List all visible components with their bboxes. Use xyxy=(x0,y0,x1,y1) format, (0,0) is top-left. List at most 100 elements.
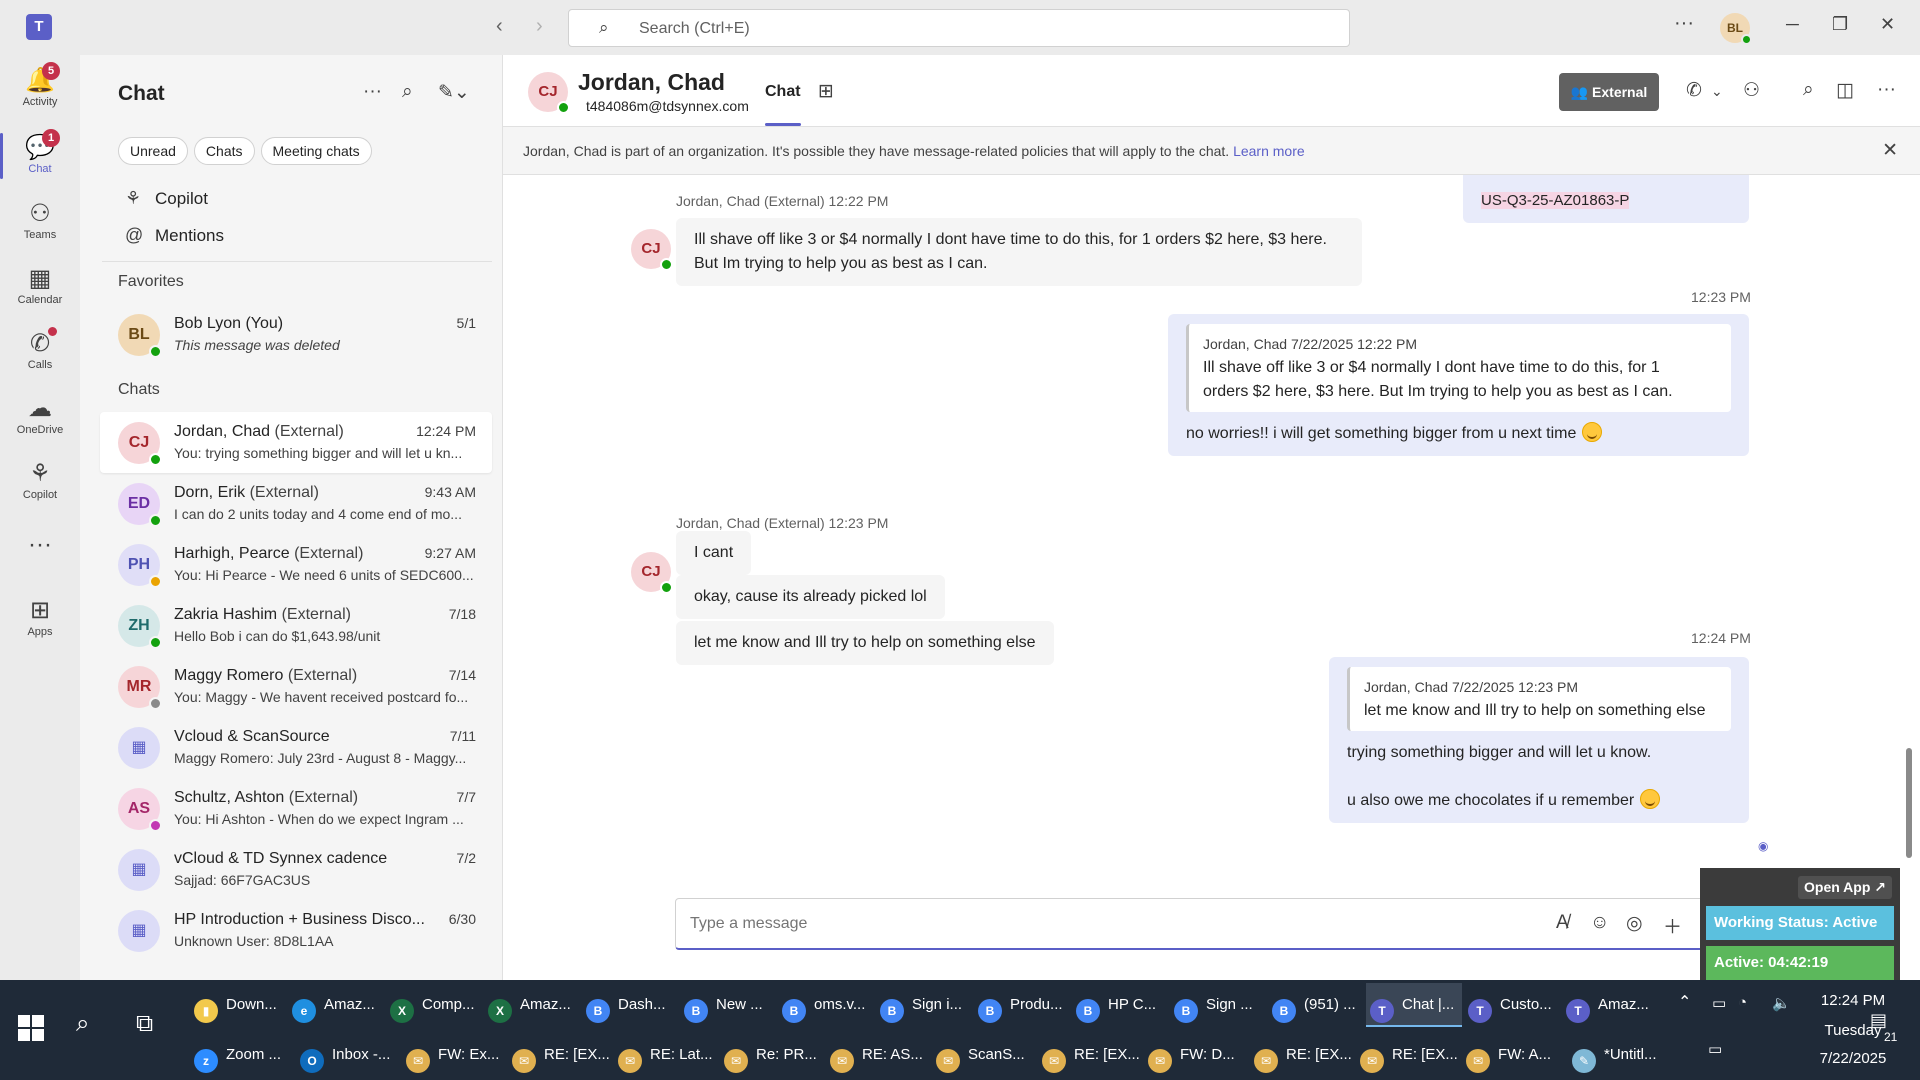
format-icon[interactable]: A̸ xyxy=(1556,912,1569,934)
taskbar-window[interactable]: B Produ... xyxy=(974,983,1070,1027)
taskbar-window[interactable]: z Zoom ... xyxy=(190,1033,292,1077)
taskbar-window[interactable]: ✉ FW: D... xyxy=(1144,1033,1246,1077)
taskbar-window[interactable]: ✉ RE: Lat... xyxy=(614,1033,716,1077)
volume-icon[interactable]: 🔈 xyxy=(1772,994,1791,1012)
rail-item-chat[interactable]: 💬 1 Chat xyxy=(0,127,80,187)
taskbar-window[interactable]: B Dash... xyxy=(582,983,678,1027)
filter-meeting-chats[interactable]: Meeting chats xyxy=(260,137,372,165)
message-input[interactable] xyxy=(690,912,1490,936)
external-button[interactable]: 👥 External xyxy=(1559,73,1659,111)
find-in-chat-icon[interactable]: ⌕ xyxy=(1803,79,1814,101)
external-label: External xyxy=(1592,84,1648,100)
forward-arrow-icon[interactable]: › xyxy=(536,15,543,38)
contact-avatar[interactable]: CJ xyxy=(528,72,570,114)
chat-list-item[interactable]: ED Dorn, Erik (External) 9:43 AM I can do 2… xyxy=(100,473,492,534)
rail-item-calendar[interactable]: ▦ Calendar xyxy=(0,258,80,318)
desktop-icon[interactable]: ▭ xyxy=(1708,1040,1722,1058)
emoji-icon[interactable]: ☺ xyxy=(1590,912,1609,934)
taskbar-window[interactable]: Boms.v... xyxy=(778,983,874,1027)
add-icon[interactable]: ＋ xyxy=(1663,912,1682,939)
taskbar-window[interactable]: B Sign ... xyxy=(1170,983,1266,1027)
add-people-icon[interactable]: ⚇ xyxy=(1743,79,1760,102)
chat-list-item[interactable]: ▦ HP Introduction + Business Disco... 6/30… xyxy=(100,900,492,961)
open-app-button[interactable]: Open App ↗ xyxy=(1798,876,1892,899)
taskbar-window[interactable]: T Chat |... xyxy=(1366,983,1462,1027)
taskbar-window[interactable]: O Inbox -... xyxy=(296,1033,398,1077)
chevron-down-icon[interactable]: ⌄ xyxy=(1711,83,1723,100)
call-icon[interactable]: ✆ xyxy=(1686,79,1702,102)
rail-item-teams[interactable]: ⚇ Teams xyxy=(0,193,80,253)
chat-list-item[interactable]: ▦ Vcloud & ScanSource 7/11 Maggy Romero: Ju… xyxy=(100,717,492,778)
taskbar-window[interactable]: T Amaz... xyxy=(1562,983,1658,1027)
compose-box[interactable]: A̸ ☺ ◎ ＋ xyxy=(675,898,1745,950)
back-arrow-icon[interactable]: ‹ xyxy=(496,15,503,38)
chat-list-item[interactable]: AS Schultz, Ashton (External) 7/7 You: Hi A… xyxy=(100,778,492,839)
taskbar-window[interactable]: B HP C... xyxy=(1072,983,1168,1027)
windows-start-icon[interactable] xyxy=(18,1015,44,1041)
rail-item-onedrive[interactable]: ☁ OneDrive xyxy=(0,388,80,448)
rail-item-calls[interactable]: ✆ Calls xyxy=(0,323,80,383)
taskbar-window[interactable]: ✉ ScanS... xyxy=(932,1033,1034,1077)
rail-item-activity[interactable]: 🔔 5 Activity xyxy=(0,60,80,120)
more-options-icon[interactable]: ··· xyxy=(1877,79,1896,101)
notifications-icon[interactable]: ▤ xyxy=(1870,1010,1887,1031)
taskbar-window[interactable]: ✉ RE: [EX... xyxy=(1038,1033,1140,1077)
battery-icon[interactable]: ▭ xyxy=(1712,994,1726,1012)
chat-list-item[interactable]: ZH Zakria Hashim (External) 7/18 Hello Bob … xyxy=(100,595,492,656)
taskbar-window[interactable]: ✉ RE: [EX... xyxy=(1250,1033,1352,1077)
more-apps-icon[interactable]: ··· xyxy=(0,525,80,585)
add-tab-icon[interactable]: ⊞ xyxy=(818,80,834,103)
mentions-link[interactable]: @ Mentions xyxy=(125,225,224,246)
learn-more-link[interactable]: Learn more xyxy=(1233,143,1305,159)
quoted-reply[interactable]: Jordan, Chad 7/22/2025 12:22 PM Ill shav… xyxy=(1186,324,1731,412)
new-chat-icon[interactable]: ✎⌄ xyxy=(438,81,470,104)
taskbar-window[interactable]: ✉ FW: Ex... xyxy=(402,1033,504,1077)
taskbar-window[interactable]: X Amaz... xyxy=(484,983,580,1027)
copilot-link[interactable]: ⚘ Copilot xyxy=(125,188,208,209)
chat-list-item[interactable]: MR Maggy Romero (External) 7/14 You: Maggy … xyxy=(100,656,492,717)
chat-list-item[interactable]: PH Harhigh, Pearce (External) 9:27 AM You: … xyxy=(100,534,492,595)
chat-list-item[interactable]: CJ Jordan, Chad (External) 12:24 PM You: tr… xyxy=(100,412,492,473)
chevron-up-icon[interactable]: ⌃ xyxy=(1678,992,1691,1012)
clock-time[interactable]: 12:24 PM xyxy=(1808,992,1898,1009)
more-options-icon[interactable]: ··· xyxy=(1674,12,1694,35)
search-box[interactable]: ⌕ Search (Ctrl+E) xyxy=(568,9,1350,47)
taskbar-window[interactable]: ▮ Down... xyxy=(190,983,286,1027)
filter-unread[interactable]: Unread xyxy=(118,137,188,165)
taskbar-window[interactable]: e Amaz... xyxy=(288,983,384,1027)
rail-item-apps[interactable]: ⊞ Apps xyxy=(0,590,80,650)
taskbar-window[interactable]: B Sign i... xyxy=(876,983,972,1027)
filter-search-icon[interactable]: ⌕ xyxy=(402,81,413,103)
close-icon[interactable]: ✕ xyxy=(1882,139,1898,162)
quoted-reply[interactable]: Jordan, Chad 7/22/2025 12:23 PM let me k… xyxy=(1347,667,1731,731)
filter-chats[interactable]: Chats xyxy=(193,137,255,165)
more-options-icon[interactable]: ··· xyxy=(363,81,382,103)
maximize-icon[interactable]: ❐ xyxy=(1832,14,1848,35)
network-icon[interactable]: ◔ xyxy=(1738,994,1747,1011)
chat-list-item[interactable]: BL Bob Lyon (You) 5/1 This message was dele… xyxy=(100,304,492,365)
loop-icon[interactable]: ◎ xyxy=(1626,912,1643,935)
profile-avatar[interactable]: BL xyxy=(1720,13,1752,45)
taskbar-window[interactable]: ✉ FW: A... xyxy=(1462,1033,1564,1077)
search-icon[interactable]: ⌕ xyxy=(76,1010,89,1038)
taskbar-window[interactable]: ✉ RE: AS... xyxy=(826,1033,928,1077)
app-icon: ✉ xyxy=(1360,1049,1384,1073)
contact-avatar[interactable]: CJ xyxy=(631,229,673,271)
rail-item-copilot[interactable]: ⚘ Copilot xyxy=(0,453,80,513)
side-panel-icon[interactable]: ◫ xyxy=(1836,79,1854,102)
tab-chat[interactable]: Chat xyxy=(765,83,801,101)
chat-list-item[interactable]: ▦ vCloud & TD Synnex cadence 7/2 Sajjad: 66… xyxy=(100,839,492,900)
taskbar-window[interactable]: B (951) ... xyxy=(1268,983,1364,1027)
scrollbar[interactable] xyxy=(1906,748,1912,858)
task-view-icon[interactable]: ⧉ xyxy=(136,1010,153,1038)
taskbar-window[interactable]: X Comp... xyxy=(386,983,482,1027)
taskbar-window[interactable]: ✉ RE: [EX... xyxy=(508,1033,610,1077)
contact-avatar[interactable]: CJ xyxy=(631,552,673,594)
taskbar-window[interactable]: ✉ Re: PR... xyxy=(720,1033,822,1077)
taskbar-window[interactable]: ✎ *Untitl... xyxy=(1568,1033,1670,1077)
taskbar-window[interactable]: ✉ RE: [EX... xyxy=(1356,1033,1458,1077)
minimize-icon[interactable]: ─ xyxy=(1786,14,1799,35)
close-window-icon[interactable]: ✕ xyxy=(1880,14,1895,35)
taskbar-window[interactable]: B New ... xyxy=(680,983,776,1027)
taskbar-window[interactable]: T Custo... xyxy=(1464,983,1560,1027)
